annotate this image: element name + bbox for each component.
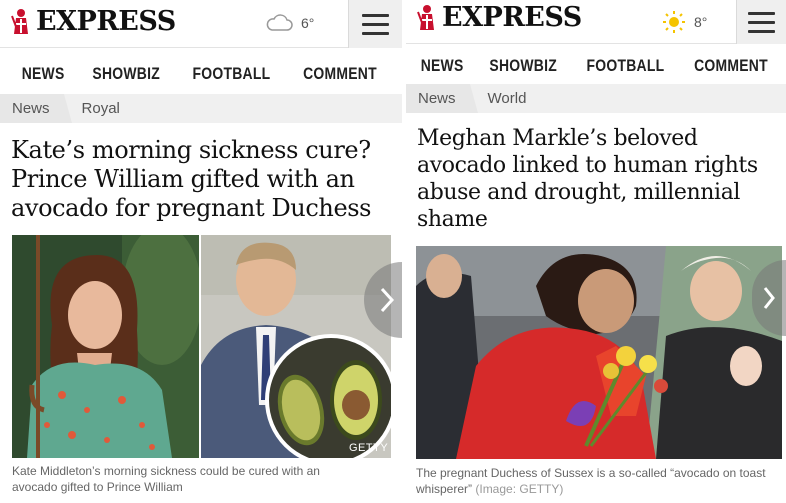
menu-bar (362, 31, 389, 35)
weather-widget[interactable]: 8° (662, 10, 707, 34)
menu-bar (748, 20, 775, 24)
nav-item-football[interactable]: FOOTBALL (192, 64, 270, 84)
breadcrumb-subsection[interactable]: World (470, 90, 527, 107)
article-image-meghan (416, 246, 782, 459)
site-header: EXPRESS 8° (406, 0, 786, 44)
article-image-kate (12, 235, 199, 458)
temperature: 6° (301, 15, 315, 31)
logo-wordmark: EXPRESS (442, 2, 582, 33)
nav-item-comment[interactable]: COMMENT (303, 64, 377, 84)
nav-item-news[interactable]: NEWS (421, 56, 464, 76)
nav-item-showbiz[interactable]: SHOWBIZ (93, 64, 161, 84)
menu-bar (362, 22, 389, 26)
nav-item-showbiz[interactable]: SHOWBIZ (489, 56, 557, 76)
menu-bar (362, 13, 389, 17)
express-logo[interactable]: EXPRESS (10, 8, 176, 36)
chevron-right-icon (380, 287, 395, 313)
sun-icon (663, 11, 685, 33)
article-panel-right: EXPRESS 8° NEWS SHOWBIZ FOOTBALL COMMENT… (406, 0, 786, 503)
crusader-logo-icon (417, 5, 434, 30)
main-nav: NEWS SHOWBIZ FOOTBALL COMMENT (406, 50, 786, 82)
express-logo[interactable]: EXPRESS (416, 4, 582, 32)
photo-meghan (416, 246, 782, 459)
menu-bar (748, 29, 775, 33)
photo-william-avocado (201, 235, 391, 458)
image-credit-getty: GETTY (349, 442, 389, 454)
caption-credit: (Image: GETTY) (475, 482, 564, 496)
chevron-right-icon (763, 287, 775, 309)
menu-bar (748, 11, 775, 15)
nav-item-football[interactable]: FOOTBALL (586, 56, 664, 76)
nav-item-news[interactable]: NEWS (22, 64, 65, 84)
breadcrumb-section[interactable]: News (0, 94, 71, 123)
main-nav: NEWS SHOWBIZ FOOTBALL COMMENT (0, 58, 402, 90)
logo-wordmark: EXPRESS (36, 6, 176, 37)
photo-kate (12, 235, 199, 458)
breadcrumb: News Royal (0, 94, 402, 123)
weather-widget[interactable]: 6° (265, 14, 314, 32)
article-headline: Kate’s morning sickness cure? Prince Wil… (11, 136, 372, 222)
article-image-william: GETTY (201, 235, 391, 458)
cloud-icon (266, 14, 293, 31)
site-header: EXPRESS 6° (0, 0, 402, 48)
breadcrumb-section[interactable]: News (406, 84, 477, 113)
breadcrumb-subsection[interactable]: Royal (64, 100, 120, 117)
breadcrumb: News World (406, 84, 786, 113)
caption-text: The pregnant Duchess of Sussex is a so-c… (416, 466, 766, 496)
hamburger-menu-button[interactable] (736, 0, 786, 44)
screenshot: EXPRESS 6° NEWS SHOWBIZ FOOTBALL COMMENT… (0, 0, 786, 503)
hamburger-menu-button[interactable] (348, 0, 402, 48)
crusader-logo-icon (11, 9, 28, 34)
nav-item-comment[interactable]: COMMENT (694, 56, 768, 76)
temperature: 8° (694, 14, 708, 30)
article-headline: Meghan Markle’s beloved avocado linked t… (417, 126, 758, 232)
image-caption: Kate Middleton’s morning sickness could … (12, 464, 320, 494)
image-caption: The pregnant Duchess of Sussex is a so-c… (416, 465, 778, 497)
article-panel-left: EXPRESS 6° NEWS SHOWBIZ FOOTBALL COMMENT… (0, 0, 402, 503)
